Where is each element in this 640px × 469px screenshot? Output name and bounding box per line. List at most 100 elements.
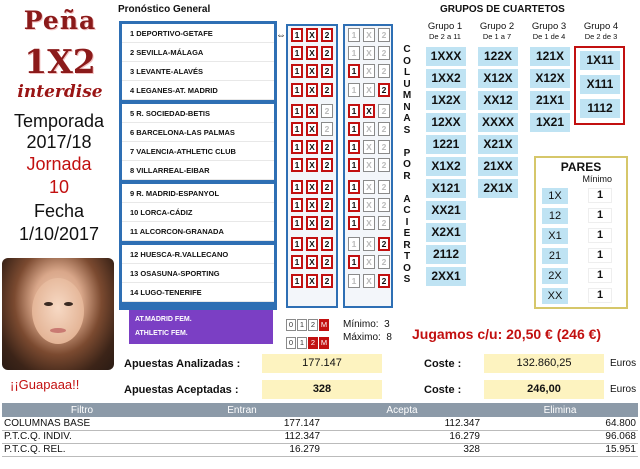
match-row[interactable]: 12 HUESCA-R.VALLECANO [122,245,274,264]
fem-option[interactable]: M [319,337,329,349]
sign-cell-x[interactable]: X [306,46,318,61]
sign-cell-2[interactable]: 2 [378,179,390,194]
sign-cell-2[interactable]: 2 [321,158,333,173]
match-row[interactable]: 6 BARCELONA-LAS PALMAS [122,123,274,142]
swap-arrow-icon[interactable]: ⇔ [276,30,286,41]
sign-cell-2[interactable]: 2 [378,255,390,270]
sign-cell-x[interactable]: X [363,46,375,61]
sign-cell-x[interactable]: X [306,179,318,194]
sign-cell-x[interactable]: X [363,64,375,79]
fem-option[interactable]: M [319,319,329,331]
fem-option[interactable]: 0 [286,337,296,349]
sign-cell-1[interactable]: 1 [291,122,303,137]
sign-cell-2[interactable]: 2 [321,255,333,270]
match-row[interactable]: 7 VALENCIA-ATHLETIC CLUB [122,142,274,161]
match-row[interactable]: 13 OSASUNA-SPORTING [122,264,274,283]
sign-cell-x[interactable]: X [306,140,318,155]
sign-cell-2[interactable]: 2 [378,103,390,118]
sign-cell-x[interactable]: X [363,237,375,252]
sign-cell-1[interactable]: 1 [348,82,360,97]
sign-cell-1[interactable]: 1 [291,273,303,288]
sign-cell-x[interactable]: X [306,273,318,288]
sign-cell-x[interactable]: X [363,140,375,155]
match-row[interactable]: 4 LEGANES-AT. MADRID [122,81,274,100]
match-row[interactable]: 14 LUGO-TENERIFE [122,283,274,302]
sign-cell-1[interactable]: 1 [291,140,303,155]
sign-cell-1[interactable]: 1 [291,64,303,79]
sign-cell-1[interactable]: 1 [291,215,303,230]
sign-cell-2[interactable]: 2 [321,64,333,79]
pares-min-input[interactable]: 1 [588,248,612,263]
sign-cell-1[interactable]: 1 [348,215,360,230]
sign-cell-2[interactable]: 2 [378,273,390,288]
sign-cell-1[interactable]: 1 [348,255,360,270]
sign-cell-x[interactable]: X [363,122,375,137]
sign-cell-x[interactable]: X [306,28,318,43]
match-row[interactable]: 3 LEVANTE-ALAVÉS [122,62,274,81]
sign-cell-x[interactable]: X [306,237,318,252]
sign-cell-1[interactable]: 1 [291,28,303,43]
sign-cell-1[interactable]: 1 [291,237,303,252]
sign-cell-x[interactable]: X [363,255,375,270]
sign-cell-2[interactable]: 2 [378,28,390,43]
match-row[interactable]: 5 R. SOCIEDAD-BETIS [122,104,274,123]
sign-cell-x[interactable]: X [363,28,375,43]
sign-cell-1[interactable]: 1 [348,179,360,194]
sign-cell-2[interactable]: 2 [321,140,333,155]
sign-cell-1[interactable]: 1 [348,273,360,288]
sign-cell-x[interactable]: X [363,82,375,97]
sign-cell-2[interactable]: 2 [321,237,333,252]
sign-cell-1[interactable]: 1 [348,103,360,118]
sign-cell-2[interactable]: 2 [321,28,333,43]
sign-cell-2[interactable]: 2 [378,122,390,137]
sign-cell-x[interactable]: X [306,122,318,137]
sign-cell-1[interactable]: 1 [348,237,360,252]
sign-cell-1[interactable]: 1 [348,64,360,79]
sign-cell-2[interactable]: 2 [378,237,390,252]
sign-cell-1[interactable]: 1 [291,82,303,97]
sign-cell-x[interactable]: X [363,273,375,288]
sign-cell-x[interactable]: X [363,179,375,194]
sign-cell-2[interactable]: 2 [378,64,390,79]
fem-option[interactable]: 2 [308,319,318,331]
sign-cell-2[interactable]: 2 [321,46,333,61]
sign-cell-1[interactable]: 1 [291,158,303,173]
sign-cell-1[interactable]: 1 [348,197,360,212]
sign-cell-1[interactable]: 1 [291,179,303,194]
sign-cell-2[interactable]: 2 [378,215,390,230]
sign-cell-2[interactable]: 2 [321,215,333,230]
sign-cell-1[interactable]: 1 [348,46,360,61]
sign-cell-x[interactable]: X [306,215,318,230]
sign-cell-2[interactable]: 2 [378,82,390,97]
sign-cell-2[interactable]: 2 [321,179,333,194]
match-row[interactable]: 9 R. MADRID-ESPANYOL [122,184,274,203]
pares-min-input[interactable]: 1 [588,288,612,303]
sign-cell-1[interactable]: 1 [291,103,303,118]
fem-option[interactable]: 1 [297,337,307,349]
sign-cell-x[interactable]: X [363,158,375,173]
sign-cell-2[interactable]: 2 [378,158,390,173]
fem-option[interactable]: 2 [308,337,318,349]
sign-cell-x[interactable]: X [306,255,318,270]
sign-cell-x[interactable]: X [306,82,318,97]
sign-cell-1[interactable]: 1 [348,122,360,137]
sign-cell-1[interactable]: 1 [291,197,303,212]
match-row[interactable]: 2 SEVILLA-MÁLAGA [122,43,274,62]
match-row[interactable]: 8 VILLARREAL-EIBAR [122,161,274,180]
sign-cell-1[interactable]: 1 [291,255,303,270]
sign-cell-x[interactable]: X [363,215,375,230]
sign-cell-x[interactable]: X [306,64,318,79]
sign-cell-2[interactable]: 2 [321,197,333,212]
sign-cell-2[interactable]: 2 [321,122,333,137]
pares-min-input[interactable]: 1 [588,188,612,203]
pares-min-input[interactable]: 1 [588,208,612,223]
sign-cell-2[interactable]: 2 [321,82,333,97]
match-row[interactable]: 1 DEPORTIVO-GETAFE [122,24,274,43]
sign-cell-2[interactable]: 2 [321,103,333,118]
sign-cell-2[interactable]: 2 [378,46,390,61]
fem-option[interactable]: 0 [286,319,296,331]
sign-cell-2[interactable]: 2 [378,197,390,212]
sign-cell-1[interactable]: 1 [291,46,303,61]
sign-cell-x[interactable]: X [363,197,375,212]
sign-cell-x[interactable]: X [306,103,318,118]
